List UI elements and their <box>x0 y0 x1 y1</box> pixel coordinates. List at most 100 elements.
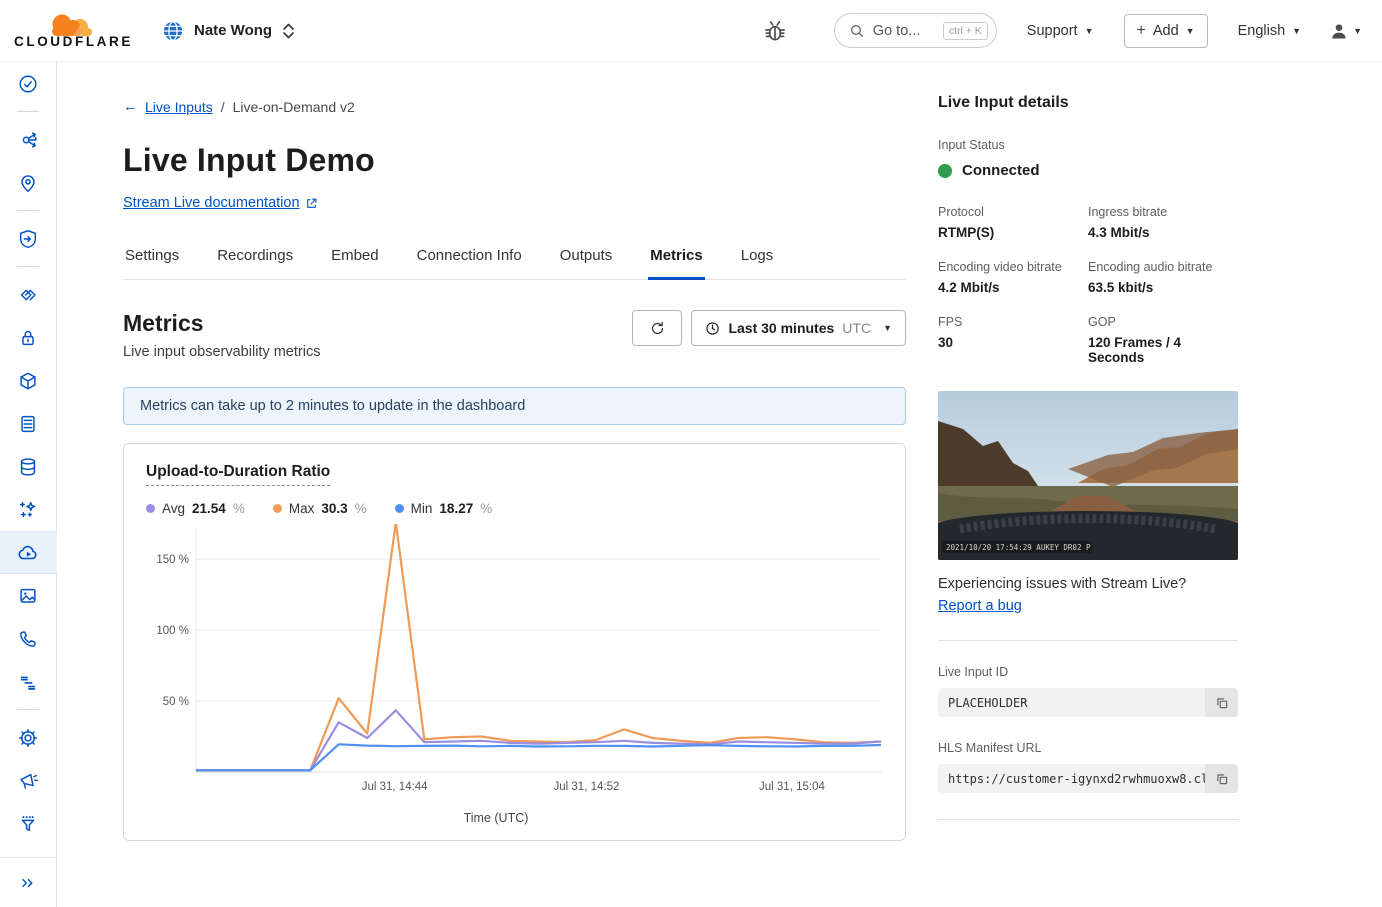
sidebar-item-network[interactable] <box>0 118 57 161</box>
hls-manifest-field: https://customer-igynxd2rwhmuoxw8.cloudf <box>938 764 1238 793</box>
bug-report-icon[interactable] <box>762 18 788 44</box>
chevron-down-icon: ▼ <box>1186 26 1195 36</box>
breadcrumb-live-inputs-link[interactable]: Live Inputs <box>145 99 213 115</box>
info-banner: Metrics can take up to 2 minutes to upda… <box>123 387 906 425</box>
sidebar-item-speed[interactable] <box>0 273 57 316</box>
tab-bar: Settings Recordings Embed Connection Inf… <box>123 239 906 280</box>
refresh-button[interactable] <box>632 310 682 346</box>
language-label: English <box>1238 23 1286 39</box>
live-preview-thumbnail[interactable]: 2021/10/20 17:54:29 AUKEY DR02 P <box>938 391 1238 560</box>
legend-label: Max <box>289 501 315 516</box>
live-input-details-panel: Live Input details Input Status Connecte… <box>938 62 1238 820</box>
sidebar-item-workers-cube[interactable] <box>0 359 57 402</box>
live-input-id-value[interactable]: PLACEHOLDER <box>938 688 1205 717</box>
tab-recordings[interactable]: Recordings <box>215 239 295 279</box>
field-label: Ingress bitrate <box>1088 205 1238 219</box>
tab-outputs[interactable]: Outputs <box>558 239 615 279</box>
sidebar-item-security-shield[interactable] <box>0 217 57 260</box>
field-value: 4.3 Mbit/s <box>1088 225 1238 240</box>
tab-logs[interactable]: Logs <box>739 239 776 279</box>
sidebar-item-calls[interactable] <box>0 617 57 660</box>
time-range-dropdown[interactable]: Last 30 minutes UTC ▼ <box>691 310 906 346</box>
field-label: Encoding audio bitrate <box>1088 260 1238 274</box>
svg-text:50 %: 50 % <box>163 696 189 708</box>
chevron-down-icon: ▼ <box>883 323 892 333</box>
legend-avg[interactable]: Avg 21.54 % <box>146 501 245 516</box>
sidebar-item-locations[interactable] <box>0 161 57 204</box>
legend-value: 21.54 <box>192 501 226 516</box>
sidebar-divider <box>0 260 57 273</box>
divider <box>938 640 1238 641</box>
sidebar-item-queues[interactable] <box>0 660 57 703</box>
field-value: 4.2 Mbit/s <box>938 280 1088 295</box>
sidebar-divider <box>0 105 57 118</box>
copy-hls-url-button[interactable] <box>1205 764 1238 793</box>
sidebar-item-ai-sparkles[interactable] <box>0 488 57 531</box>
sidebar-item-time-analytics[interactable] <box>0 62 57 105</box>
sidebar-item-stream[interactable] <box>0 531 57 574</box>
legend-dot-min <box>395 504 404 513</box>
field-label: Protocol <box>938 205 1088 219</box>
metrics-subheading: Live input observability metrics <box>123 344 320 360</box>
sidebar-item-server-rack[interactable] <box>0 402 57 445</box>
live-input-id-field: PLACEHOLDER <box>938 688 1238 717</box>
field-label: Encoding video bitrate <box>938 260 1088 274</box>
copy-live-input-id-button[interactable] <box>1205 688 1238 717</box>
main-content: ← Live Inputs / Live-on-Demand v2 Live I… <box>123 62 906 841</box>
logo-wordmark: CLOUDFLARE <box>14 34 133 49</box>
tab-settings[interactable]: Settings <box>123 239 181 279</box>
legend-value: 18.27 <box>439 501 473 516</box>
legend-min[interactable]: Min 18.27 % <box>395 501 493 516</box>
line-chart: 50 %100 %150 %Jul 31, 14:44Jul 31, 14:52… <box>146 522 883 809</box>
report-bug-link[interactable]: Report a bug <box>938 598 1022 614</box>
field-value: 120 Frames / 4 Seconds <box>1088 335 1238 365</box>
details-heading: Live Input details <box>938 94 1238 112</box>
sidebar-item-settings[interactable] <box>0 716 57 759</box>
sidebar-item-lock-ssl[interactable] <box>0 316 57 359</box>
add-label: Add <box>1153 23 1179 39</box>
clock-icon <box>705 321 720 336</box>
breadcrumb-separator: / <box>221 99 225 115</box>
sidebar-item-database[interactable] <box>0 445 57 488</box>
global-search-input[interactable]: Go to... ctrl + K <box>834 13 997 48</box>
chart-title: Upload-to-Duration Ratio <box>146 463 330 486</box>
status-dot-connected <box>938 164 952 178</box>
svg-text:100 %: 100 % <box>156 625 189 637</box>
status-badge: Connected <box>962 162 1040 179</box>
field-label: GOP <box>1088 315 1238 329</box>
language-menu[interactable]: English ▼ <box>1238 23 1301 39</box>
sidebar-divider <box>0 703 57 716</box>
legend-label: Min <box>411 501 433 516</box>
plus-icon: + <box>1137 22 1146 40</box>
sidebar-item-funnel[interactable] <box>0 802 57 845</box>
chevron-down-icon: ▼ <box>1085 26 1094 36</box>
svg-text:Jul 31, 14:52: Jul 31, 14:52 <box>554 781 620 793</box>
details-grid: Protocol RTMP(S) Ingress bitrate 4.3 Mbi… <box>938 205 1238 365</box>
search-icon <box>849 23 865 39</box>
page-title: Live Input Demo <box>123 142 906 179</box>
legend-dot-avg <box>146 504 155 513</box>
search-shortcut-badge: ctrl + K <box>943 22 988 40</box>
stream-docs-link[interactable]: Stream Live documentation <box>123 195 300 211</box>
tab-embed[interactable]: Embed <box>329 239 381 279</box>
legend-label: Avg <box>162 501 185 516</box>
time-zone: UTC <box>842 320 871 336</box>
sidebar-collapse[interactable] <box>0 857 57 907</box>
divider <box>938 819 1238 820</box>
add-button[interactable]: + Add ▼ <box>1124 14 1208 48</box>
legend-max[interactable]: Max 30.3 % <box>273 501 367 516</box>
sidebar-item-announcements[interactable] <box>0 759 57 802</box>
field-value: RTMP(S) <box>938 225 1088 240</box>
cloudflare-logo[interactable]: CLOUDFLARE <box>14 13 132 49</box>
metrics-heading: Metrics <box>123 310 320 337</box>
account-selector[interactable]: Nate Wong <box>162 20 295 42</box>
tab-metrics[interactable]: Metrics <box>648 239 705 280</box>
double-chevron-right-icon <box>18 873 38 893</box>
hls-manifest-value[interactable]: https://customer-igynxd2rwhmuoxw8.cloudf <box>938 764 1205 793</box>
support-menu[interactable]: Support ▼ <box>1027 23 1094 39</box>
breadcrumb-current: Live-on-Demand v2 <box>233 99 355 115</box>
user-menu[interactable]: ▼ <box>1329 21 1362 41</box>
sidebar-item-images[interactable] <box>0 574 57 617</box>
legend-unit: % <box>233 501 245 516</box>
tab-connection-info[interactable]: Connection Info <box>415 239 524 279</box>
